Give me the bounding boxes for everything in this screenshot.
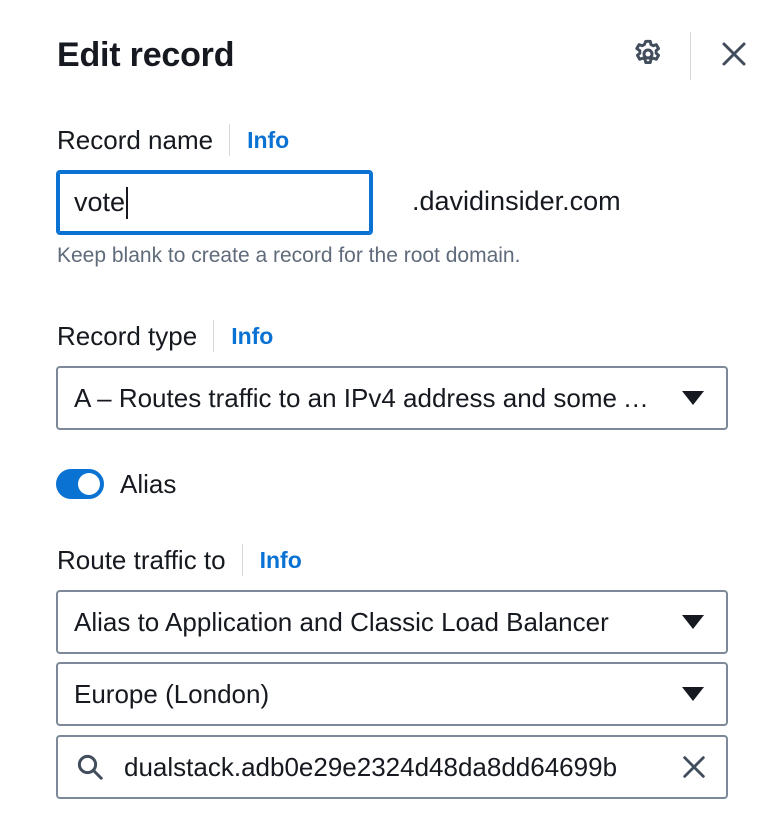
load-balancer-search-value: dualstack.adb0e29e2324d48da8dd64699b [124,751,618,782]
record-type-label: Record type [57,320,198,351]
record-name-label: Record name [57,124,214,155]
settings-button[interactable] [628,36,668,76]
alias-label: Alias [120,468,177,499]
caret-down-icon [682,687,704,701]
record-type-select[interactable]: A – Routes traffic to an IPv4 address an… [56,366,728,430]
close-icon [719,39,749,74]
record-name-value: vote [74,187,126,217]
close-button[interactable] [714,36,754,76]
search-icon [74,751,106,783]
record-name-hint: Keep blank to create a record for the ro… [57,244,521,267]
record-name-label-row: Record name Info [57,122,289,158]
gear-icon [632,38,664,75]
clear-search-button[interactable] [676,749,712,785]
caret-down-icon [682,391,704,405]
load-balancer-search[interactable]: dualstack.adb0e29e2324d48da8dd64699b [56,735,728,799]
page-title: Edit record [57,36,235,74]
label-divider [229,124,231,156]
record-type-info-link[interactable]: Info [231,323,273,350]
header-divider [690,32,691,80]
record-name-info-link[interactable]: Info [247,127,289,154]
route-traffic-info-link[interactable]: Info [260,547,302,574]
label-divider [213,320,215,352]
route-traffic-label: Route traffic to [57,544,226,575]
region-value: Europe (London) [74,678,270,709]
toggle-knob [78,473,100,495]
region-select[interactable]: Europe (London) [56,662,728,726]
endpoint-type-select[interactable]: Alias to Application and Classic Load Ba… [56,590,728,654]
endpoint-type-value: Alias to Application and Classic Load Ba… [74,606,609,637]
label-divider [241,544,243,576]
alias-toggle[interactable] [56,469,104,499]
record-type-label-row: Record type Info [57,318,273,354]
record-name-input[interactable]: vote [56,170,373,235]
domain-suffix: .davidinsider.com [412,186,621,216]
edit-record-panel: Edit record Record name Info vote .david… [0,0,776,820]
record-type-value: A – Routes traffic to an IPv4 address an… [74,382,682,413]
text-caret [126,186,129,219]
route-traffic-label-row: Route traffic to Info [57,542,302,578]
caret-down-icon [682,615,704,629]
close-icon [683,756,705,778]
alias-toggle-row: Alias [56,466,176,502]
